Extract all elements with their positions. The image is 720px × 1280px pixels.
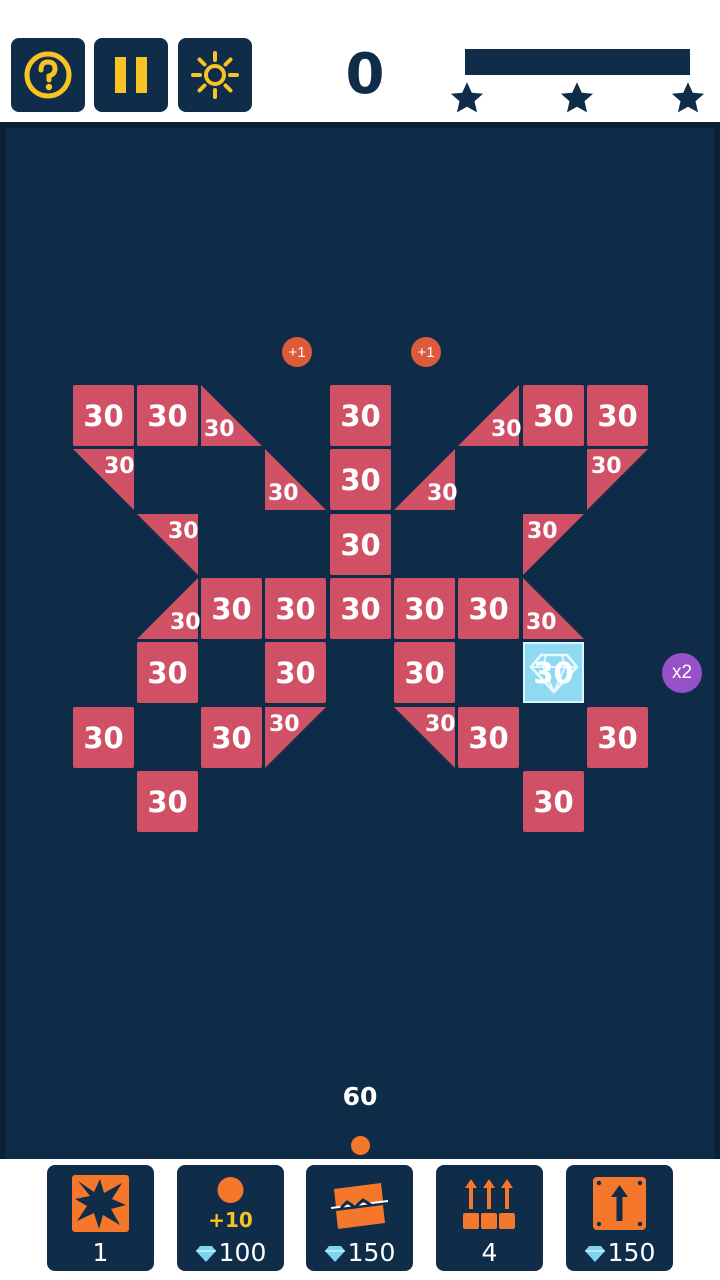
powerup-laser-button[interactable]: 150 bbox=[306, 1165, 413, 1271]
powerup-bomb-count: 1 bbox=[92, 1238, 109, 1267]
powerup-push-row-up-count: 4 bbox=[481, 1238, 498, 1267]
score-value: 0 bbox=[345, 42, 385, 107]
powerup-laser-price: 150 bbox=[306, 1238, 413, 1267]
question-mark-icon bbox=[24, 51, 72, 99]
star-progress-bar bbox=[465, 49, 690, 75]
star-icon bbox=[671, 82, 705, 113]
box-up-arrow-icon bbox=[593, 1177, 646, 1230]
laser-cut-icon bbox=[331, 1183, 388, 1229]
powerup-lift-block-price: 150 bbox=[566, 1238, 673, 1267]
powerup-push-row-up-button[interactable]: 4 bbox=[436, 1165, 543, 1271]
powerup-bar: 1 +10 100 150 4 150 bbox=[0, 1159, 720, 1280]
sun-icon bbox=[191, 51, 239, 99]
powerup-bomb-button[interactable]: 1 bbox=[47, 1165, 154, 1271]
explosion-icon bbox=[72, 1175, 129, 1232]
plus-ten-ball-icon: +10 bbox=[208, 1177, 253, 1232]
play-field[interactable] bbox=[0, 122, 720, 1159]
plus-ten-label: +10 bbox=[208, 1208, 253, 1232]
price-value: 150 bbox=[607, 1238, 656, 1267]
powerup-extra-balls-price: 100 bbox=[177, 1238, 284, 1267]
star-icon bbox=[450, 82, 484, 113]
powerup-lift-block-button[interactable]: 150 bbox=[566, 1165, 673, 1271]
price-value: 150 bbox=[347, 1238, 396, 1267]
pause-button[interactable] bbox=[94, 38, 168, 112]
diamond-icon bbox=[324, 1246, 345, 1262]
diamond-icon bbox=[195, 1246, 216, 1262]
star-icon bbox=[560, 82, 594, 113]
top-bar: 0 bbox=[0, 0, 720, 122]
powerup-extra-balls-button[interactable]: +10 100 bbox=[177, 1165, 284, 1271]
help-button[interactable] bbox=[11, 38, 85, 112]
row-up-arrows-icon bbox=[463, 1179, 515, 1229]
diamond-icon bbox=[584, 1246, 605, 1262]
pause-icon bbox=[115, 57, 147, 93]
price-value: 100 bbox=[218, 1238, 267, 1267]
brightness-button[interactable] bbox=[178, 38, 252, 112]
